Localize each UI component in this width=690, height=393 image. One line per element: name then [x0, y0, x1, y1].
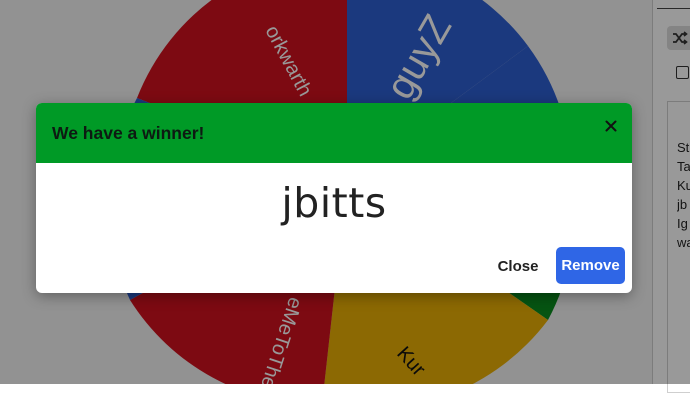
winner-dialog: We have a winner! jbitts Close Remove	[36, 103, 632, 293]
winner-name: jbitts	[281, 179, 387, 227]
close-button[interactable]: Close	[490, 248, 546, 284]
close-icon[interactable]	[602, 117, 620, 135]
dialog-title: We have a winner!	[52, 123, 205, 143]
remove-button[interactable]: Remove	[556, 247, 625, 284]
dialog-header: We have a winner!	[36, 103, 632, 163]
